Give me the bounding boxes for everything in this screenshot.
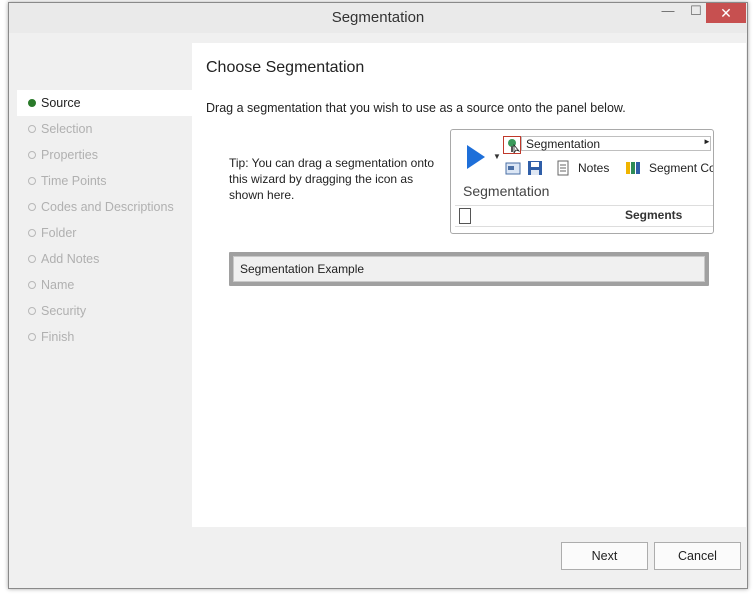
preview-title: Segmentation [463,183,550,199]
main-panel: Choose Segmentation Drag a segmentation … [192,43,746,527]
step-dot-icon [28,333,36,341]
dropped-segmentation-item[interactable]: Segmentation Example [233,256,705,282]
step-label: Properties [41,148,98,162]
step-dot-icon [28,229,36,237]
segment-colors-label: Segment Co [649,161,714,175]
step-dot-icon [28,177,36,185]
segments-column-label: Segments [625,208,683,222]
notes-label: Notes [578,161,610,175]
step-label: Add Notes [41,252,100,266]
step-source[interactable]: Source [17,90,193,116]
window-title: Segmentation [331,9,425,26]
play-icon [467,145,485,169]
close-button[interactable]: ✕ [706,3,746,23]
wizard-footer: Next Cancel [9,527,747,588]
step-dot-icon [28,281,36,289]
segmentation-name-field: Segmentation [521,136,711,151]
notes-icon [555,160,571,176]
step-dot-icon [28,125,36,133]
properties-icon [505,160,521,176]
segmentation-drag-icon [503,136,521,155]
drag-hint-preview-image: ▼ Segmentation ► Notes Segment Co Segmen… [450,129,714,234]
wizard-steps-sidebar: Source Selection Properties Time Points … [17,43,193,527]
tip-text: Tip: You can drag a segmentation onto th… [229,156,435,202]
next-button[interactable]: Next [561,542,648,570]
step-label: Security [41,304,87,318]
segment-colors-icon [625,160,641,176]
step-label: Selection [41,122,93,136]
page-title: Choose Segmentation [206,59,365,76]
step-time-points[interactable]: Time Points [17,168,193,194]
step-finish[interactable]: Finish [17,324,193,350]
step-dot-icon [28,307,36,315]
step-label: Time Points [41,174,107,188]
step-name[interactable]: Name [17,272,193,298]
minimize-button[interactable]: — [654,3,682,23]
step-label: Source [41,96,81,110]
step-selection[interactable]: Selection [17,116,193,142]
title-bar[interactable]: Segmentation — ☐ ✕ [9,3,747,33]
preview-column-header: Segments [455,205,713,227]
segmentation-drop-panel[interactable]: Segmentation Example [229,252,709,286]
step-security[interactable]: Security [17,298,193,324]
step-folder[interactable]: Folder [17,220,193,246]
instruction-text: Drag a segmentation that you wish to use… [206,101,626,115]
step-dot-icon [28,151,36,159]
document-icon [459,208,471,224]
step-dot-icon [28,255,36,263]
expand-arrow-icon: ► [703,137,711,146]
cancel-button[interactable]: Cancel [654,542,741,570]
dropdown-arrow-icon: ▼ [493,152,501,161]
step-label: Codes and Descriptions [41,200,174,214]
wizard-window: Segmentation — ☐ ✕ Source Selection Prop… [8,2,748,589]
save-icon [527,160,543,176]
step-add-notes[interactable]: Add Notes [17,246,193,272]
step-label: Name [41,278,75,292]
step-label: Folder [41,226,77,240]
active-step-dot-icon [28,99,36,107]
step-properties[interactable]: Properties [17,142,193,168]
step-label: Finish [41,330,75,344]
step-dot-icon [28,203,36,211]
step-codes-and-descriptions[interactable]: Codes and Descriptions [17,194,193,220]
